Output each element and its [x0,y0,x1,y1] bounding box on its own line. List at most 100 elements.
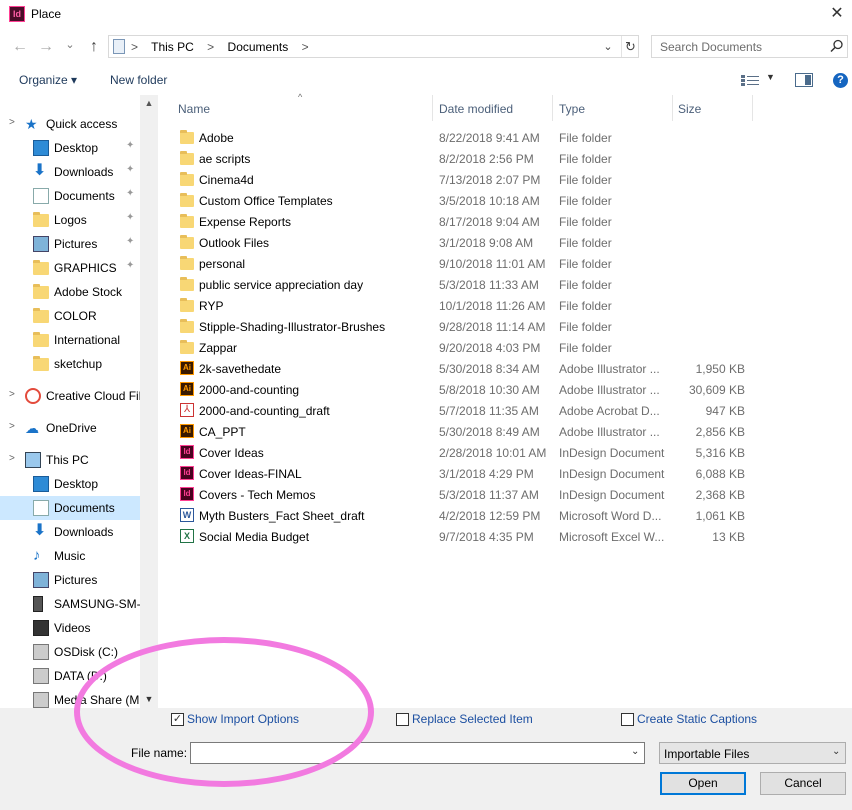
show-import-options-checkbox[interactable]: ✓ [171,713,184,726]
up-arrow-icon[interactable]: ↑ [83,36,105,58]
file-row[interactable]: Zappar 9/20/2018 4:03 PM File folder [158,337,852,358]
sidebar-item[interactable]: ⬇ Downloads [0,520,140,544]
sidebar-item[interactable]: Documents ✦ [0,184,140,208]
expand-chevron-icon[interactable]: > [9,453,15,464]
column-header-size[interactable]: Size [678,102,701,116]
sidebar-item[interactable]: OSDisk (C:) [0,640,140,664]
sidebar-item[interactable]: > Creative Cloud Fil [0,384,140,408]
command-toolbar: Organize ▾ New folder ▼ ? [0,65,852,95]
sidebar-item[interactable]: DATA (D:) [0,664,140,688]
refresh-icon[interactable]: ↻ [621,36,639,57]
sidebar-item[interactable]: Pictures [0,568,140,592]
sidebar-item[interactable]: Pictures ✦ [0,232,140,256]
recent-locations-chevron-icon[interactable]: ⌄ [59,34,81,56]
replace-selected-item-checkbox[interactable] [396,713,409,726]
sidebar-item[interactable]: GRAPHICS ✦ [0,256,140,280]
file-type: File folder [559,215,612,229]
cancel-button[interactable]: Cancel [760,772,846,795]
breadcrumb-separator[interactable]: > [207,40,214,54]
file-row[interactable]: Ai CA_PPT 5/30/2018 8:49 AM Adobe Illustrat… [158,421,852,442]
file-row[interactable]: Id Cover Ideas 2/28/2018 10:01 AM InDesign … [158,442,852,463]
expand-chevron-icon[interactable]: > [9,117,15,128]
sidebar-item[interactable]: Logos ✦ [0,208,140,232]
window-title: Place [31,7,62,21]
address-bar[interactable]: > This PC > Documents > ⌄ ↻ [108,35,639,58]
sidebar-item[interactable]: Media Share (M: [0,688,140,708]
scroll-up-arrow-icon[interactable]: ▲ [140,95,158,112]
documents-icon [33,500,49,516]
sidebar-item[interactable]: ⬇ Downloads ✦ [0,160,140,184]
file-name-field[interactable]: ⌄ [190,742,645,764]
sidebar-item[interactable]: Adobe Stock [0,280,140,304]
sidebar-item[interactable]: Desktop [0,472,140,496]
scroll-down-arrow-icon[interactable]: ▼ [140,691,158,708]
sidebar-item[interactable]: Desktop ✦ [0,136,140,160]
replace-selected-item-label[interactable]: Replace Selected Item [412,712,533,726]
file-row[interactable]: ⅄ 2000-and-counting_draft 5/7/2018 11:35 A… [158,400,852,421]
sidebar-item[interactable]: International [0,328,140,352]
show-import-options-label[interactable]: Show Import Options [187,712,299,726]
forward-arrow-icon[interactable]: → [35,36,57,58]
file-row[interactable]: ae scripts 8/2/2018 2:56 PM File folder [158,148,852,169]
search-input[interactable] [658,39,823,55]
new-folder-button[interactable]: New folder [110,73,167,87]
file-row[interactable]: Ai 2k-savethedate 5/30/2018 8:34 AM Adobe I… [158,358,852,379]
preview-pane-icon[interactable] [795,73,813,87]
column-header-type[interactable]: Type [559,102,585,116]
search-box[interactable] [651,35,848,58]
create-static-captions-checkbox[interactable] [621,713,634,726]
navigation-scrollbar[interactable]: ▲ ▼ [140,95,158,708]
column-header-date[interactable]: Date modified [439,102,513,116]
sidebar-item[interactable]: Documents [0,496,140,520]
illustrator-file-icon: Ai [180,424,194,438]
sidebar-item[interactable]: > ☁ OneDrive [0,416,140,440]
file-row[interactable]: RYP 10/1/2018 11:26 AM File folder [158,295,852,316]
file-name: Custom Office Templates [199,194,333,208]
breadcrumb-separator[interactable]: > [302,40,309,54]
back-arrow-icon[interactable]: ← [9,36,31,58]
view-options-icon[interactable] [741,74,759,87]
column-divider[interactable] [432,95,433,121]
excel-file-icon: X [180,529,194,543]
file-type-dropdown[interactable]: Importable Files ⌄ [659,742,846,764]
file-row[interactable]: Ai 2000-and-counting 5/8/2018 10:30 AM Adob… [158,379,852,400]
file-row[interactable]: Adobe 8/22/2018 9:41 AM File folder [158,127,852,148]
sidebar-item[interactable]: SAMSUNG-SM-G [0,592,140,616]
sidebar-item[interactable]: > This PC [0,448,140,472]
column-header-name[interactable]: Name [178,102,210,116]
chevron-down-icon[interactable]: ⌄ [601,39,615,55]
file-row[interactable]: public service appreciation day 5/3/2018 … [158,274,852,295]
file-row[interactable]: Custom Office Templates 3/5/2018 10:18 AM… [158,190,852,211]
breadcrumb-documents[interactable]: Documents [228,40,289,54]
sidebar-item[interactable]: ♪ Music [0,544,140,568]
file-row[interactable]: Id Covers - Tech Memos 5/3/2018 11:37 AM In… [158,484,852,505]
expand-chevron-icon[interactable]: > [9,421,15,432]
column-divider[interactable] [752,95,753,121]
search-icon[interactable] [830,39,844,53]
column-divider[interactable] [552,95,553,121]
file-type: Adobe Acrobat D... [559,404,660,418]
sidebar-item[interactable]: > ★ Quick access [0,112,140,136]
chevron-down-icon[interactable]: ⌄ [631,746,639,757]
close-icon[interactable]: ✕ [827,4,847,24]
sidebar-item[interactable]: Videos [0,616,140,640]
pin-icon: ✦ [126,236,135,247]
file-row[interactable]: Stipple-Shading-Illustrator-Brushes 9/28/… [158,316,852,337]
sidebar-item[interactable]: COLOR [0,304,140,328]
organize-button[interactable]: Organize ▾ [19,73,77,87]
file-row[interactable]: Cinema4d 7/13/2018 2:07 PM File folder [158,169,852,190]
expand-chevron-icon[interactable]: > [9,389,15,400]
file-row[interactable]: personal 9/10/2018 11:01 AM File folder [158,253,852,274]
file-row[interactable]: Id Cover Ideas-FINAL 3/1/2018 4:29 PM InDes… [158,463,852,484]
view-dropdown-caret-icon[interactable]: ▼ [766,72,775,82]
breadcrumb-this-pc[interactable]: This PC [151,40,194,54]
file-row[interactable]: X Social Media Budget 9/7/2018 4:35 PM Micr… [158,526,852,547]
file-row[interactable]: W Myth Busters_Fact Sheet_draft 4/2/2018 1… [158,505,852,526]
file-row[interactable]: Expense Reports 8/17/2018 9:04 AM File fol… [158,211,852,232]
column-divider[interactable] [672,95,673,121]
create-static-captions-label[interactable]: Create Static Captions [637,712,757,726]
help-icon[interactable]: ? [833,73,848,88]
open-button[interactable]: Open [660,772,746,795]
file-row[interactable]: Outlook Files 3/1/2018 9:08 AM File folder [158,232,852,253]
sidebar-item[interactable]: sketchup [0,352,140,376]
